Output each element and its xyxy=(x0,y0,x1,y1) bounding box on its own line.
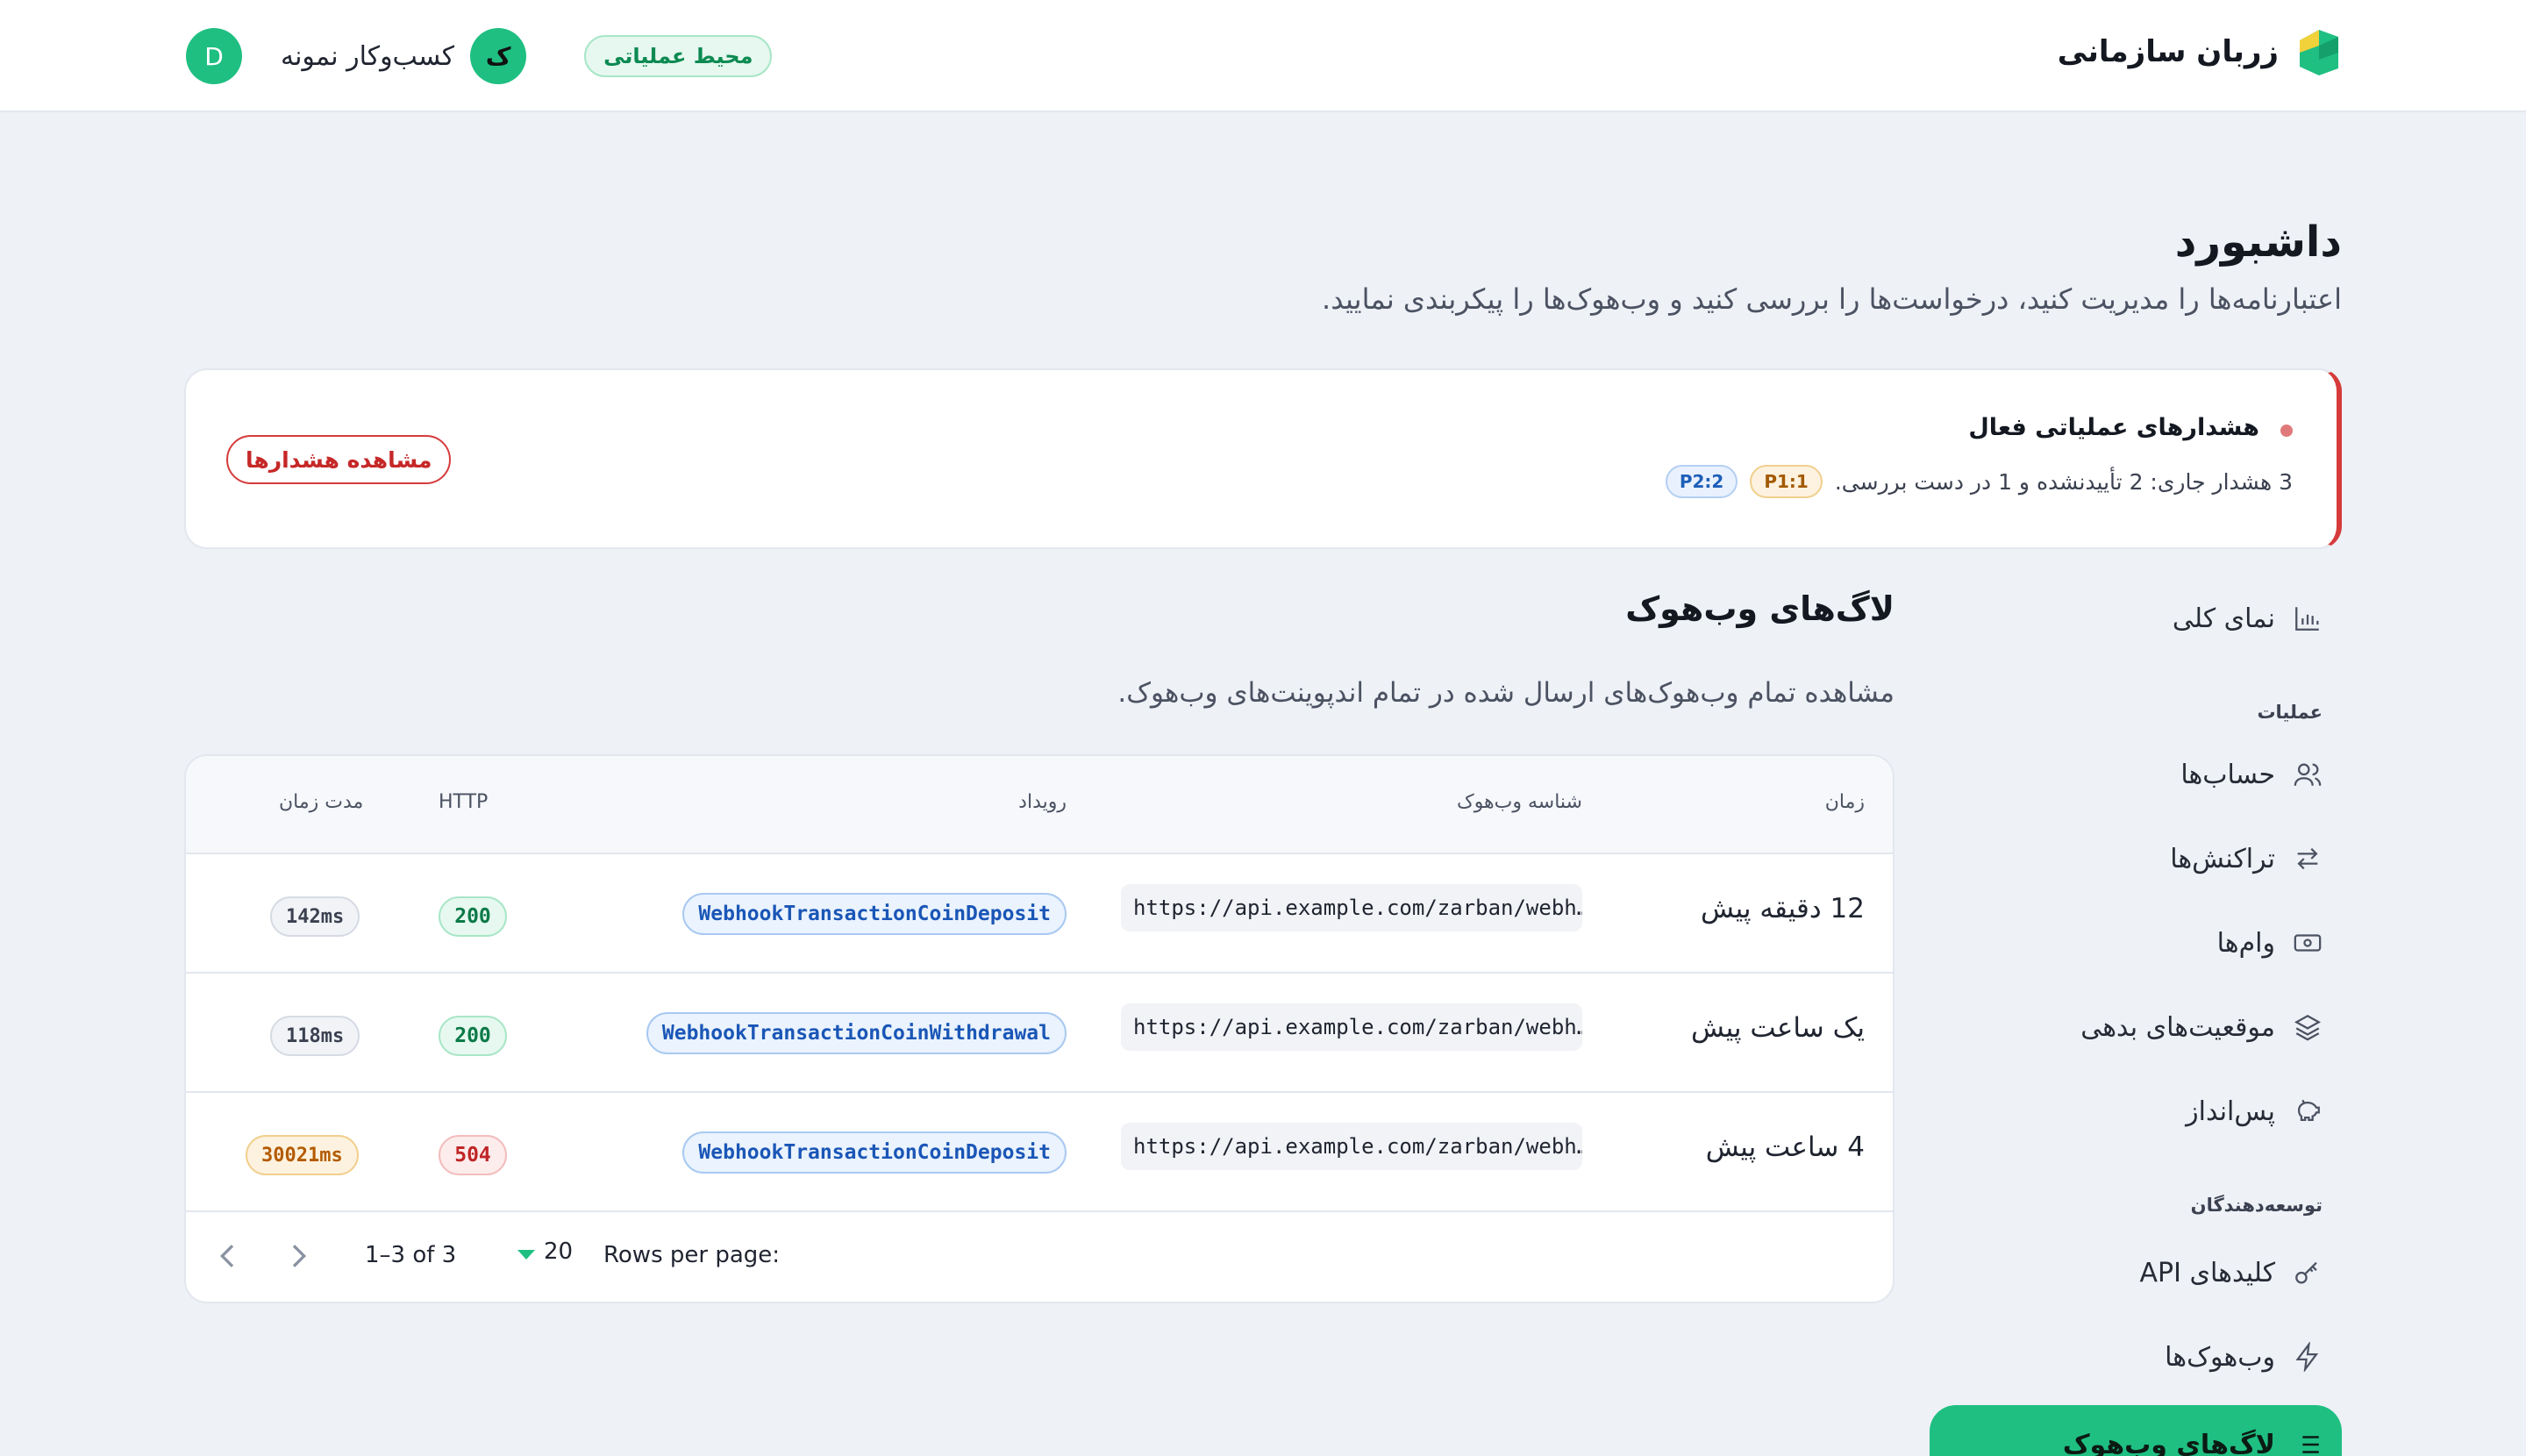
column-header-time[interactable]: زمان xyxy=(1825,791,1865,813)
chevron-left-icon[interactable] xyxy=(210,1238,246,1274)
sidebar-item-overview[interactable]: نمای کلی xyxy=(1930,579,2342,658)
list-icon xyxy=(2296,1436,2319,1453)
layers-icon xyxy=(2294,1014,2322,1041)
sidebar-item-transactions[interactable]: تراکنش‌ها xyxy=(1930,819,2342,898)
sidebar-item-label: تراکنش‌ها xyxy=(2170,843,2275,874)
cell-time: 12 دقیقه پیش xyxy=(1701,893,1865,924)
sidebar-section-operations: عملیات xyxy=(2257,702,2323,723)
page-subtitle: اعتبارنامه‌ها را مدیریت کنید، درخواست‌ها… xyxy=(1322,282,2342,316)
cell-duration-badge: 142ms xyxy=(270,896,360,937)
cell-event-badge: WebhookTransactionCoinWithdrawal xyxy=(646,1012,1067,1054)
sidebar-section-developers: توسعه‌دهندگان xyxy=(2190,1195,2323,1216)
alert-card: هشدارهای عملیاتی فعال 3 هشدار جاری: 2 تأ… xyxy=(184,368,2342,549)
users-icon xyxy=(2294,763,2322,786)
banknote-icon xyxy=(2294,934,2322,952)
sidebar-item-savings[interactable]: پس‌انداز xyxy=(1930,1072,2342,1151)
webhook-logs-table: زمان شناسه وب‌هوک رویداد HTTP مدت زمان 1… xyxy=(184,754,1894,1303)
sidebar-item-label: پس‌انداز xyxy=(2186,1096,2275,1127)
sidebar-item-api-keys[interactable]: کلیدهای API xyxy=(1930,1233,2342,1312)
pagination-range: 1–3 of 3 xyxy=(365,1242,457,1268)
header-user-area: D کسب‌وکار نمونه ک محیط عملیاتی xyxy=(186,28,773,84)
user-avatar[interactable]: D xyxy=(186,28,242,84)
sidebar-item-label: موقعیت‌های بدهی xyxy=(2080,1011,2275,1043)
caret-down-icon xyxy=(517,1249,535,1260)
sidebar-item-debt-positions[interactable]: موقعیت‌های بدهی xyxy=(1930,988,2342,1067)
business-avatar: ک xyxy=(470,28,527,84)
key-icon xyxy=(2295,1261,2317,1284)
top-header: زربان سازمانی D کسب‌وکار نمونه ک محیط عم… xyxy=(0,0,2526,112)
sidebar-item-label: حساب‌ها xyxy=(2180,759,2275,790)
cell-time: یک ساعت پیش xyxy=(1691,1012,1865,1044)
business-name: کسب‌وکار نمونه xyxy=(281,40,455,72)
sidebar-item-accounts[interactable]: حساب‌ها xyxy=(1930,735,2342,814)
sidebar-item-label: لاگ‌های وب‌هوک xyxy=(2062,1429,2275,1456)
cell-time: 4 ساعت پیش xyxy=(1705,1131,1865,1163)
column-header-http[interactable]: HTTP xyxy=(439,791,488,813)
cell-event-badge: WebhookTransactionCoinDeposit xyxy=(682,893,1067,935)
sidebar-item-label: وام‌ها xyxy=(2216,927,2275,959)
sidebar-item-label: نمای کلی xyxy=(2172,603,2275,634)
rows-per-page-value: 20 xyxy=(544,1238,574,1265)
cell-webhook-url: https://api.example.com/zarban/webh… xyxy=(1121,1003,1582,1051)
sidebar-item-label: وب‌هوک‌ها xyxy=(2165,1341,2275,1373)
chevron-right-icon[interactable] xyxy=(281,1238,316,1274)
priority-p1-badge: P1:1 xyxy=(1750,465,1823,498)
cell-webhook-url: https://api.example.com/zarban/webh… xyxy=(1121,884,1582,931)
cell-http-status-badge: 200 xyxy=(439,1016,507,1056)
rows-per-page-label: Rows per page: xyxy=(603,1242,781,1268)
cell-duration-badge: 30021ms xyxy=(246,1135,359,1175)
sidebar-item-label: کلیدهای API xyxy=(2139,1257,2275,1288)
sidebar-item-loans[interactable]: وام‌ها xyxy=(1930,903,2342,982)
business-switcher[interactable]: کسب‌وکار نمونه ک xyxy=(281,28,527,84)
pagination: 1–3 of 3 20 Rows per page: xyxy=(186,1212,1893,1300)
rows-per-page-select[interactable]: 20 xyxy=(517,1238,573,1265)
cell-webhook-url: https://api.example.com/zarban/webh… xyxy=(1121,1123,1582,1170)
priority-p2-badge: P2:2 xyxy=(1665,465,1738,498)
cell-event-badge: WebhookTransactionCoinDeposit xyxy=(682,1131,1067,1174)
piggy-bank-icon xyxy=(2297,1099,2320,1122)
environment-badge: محیط عملیاتی xyxy=(584,35,773,77)
alert-description: 3 هشدار جاری: 2 تأییدنشده و 1 در دست برر… xyxy=(1665,465,2293,498)
table-row[interactable]: یک ساعت پیش https://api.example.com/zarb… xyxy=(186,974,1893,1093)
section-subtitle: مشاهده تمام وب‌هوک‌های ارسال شده در تمام… xyxy=(1117,677,1894,709)
arrows-swap-icon xyxy=(2297,847,2318,870)
lightning-icon xyxy=(2295,1342,2319,1372)
column-header-event[interactable]: رویداد xyxy=(1018,791,1067,813)
brand-logo-icon xyxy=(2300,30,2338,75)
column-header-duration[interactable]: مدت زمان xyxy=(279,791,363,813)
table-row[interactable]: 12 دقیقه پیش https://api.example.com/zar… xyxy=(186,854,1893,974)
brand[interactable]: زربان سازمانی xyxy=(2058,26,2342,77)
table-header: زمان شناسه وب‌هوک رویداد HTTP مدت زمان xyxy=(186,756,1893,854)
cell-duration-badge: 118ms xyxy=(270,1016,360,1056)
brand-name: زربان سازمانی xyxy=(2057,34,2279,69)
bar-chart-icon xyxy=(2295,607,2319,631)
alert-title: هشدارهای عملیاتی فعال xyxy=(1968,414,2259,441)
alert-description-text: 3 هشدار جاری: 2 تأییدنشده و 1 در دست برر… xyxy=(1834,468,2293,495)
page-title: داشبورد xyxy=(2174,218,2342,267)
alert-status-dot-icon xyxy=(2280,425,2293,437)
column-header-webhook-id[interactable]: شناسه وب‌هوک xyxy=(1457,791,1582,813)
table-row[interactable]: 4 ساعت پیش https://api.example.com/zarba… xyxy=(186,1093,1893,1212)
section-title: لاگ‌های وب‌هوک xyxy=(1625,589,1894,628)
cell-http-status-badge: 200 xyxy=(439,896,507,937)
view-alerts-button[interactable]: مشاهده هشدارها xyxy=(226,435,452,484)
cell-http-status-badge: 504 xyxy=(439,1135,507,1175)
sidebar-item-webhooks[interactable]: وب‌هوک‌ها xyxy=(1930,1317,2342,1396)
sidebar-item-webhook-logs[interactable]: لاگ‌های وب‌هوک xyxy=(1930,1405,2342,1456)
